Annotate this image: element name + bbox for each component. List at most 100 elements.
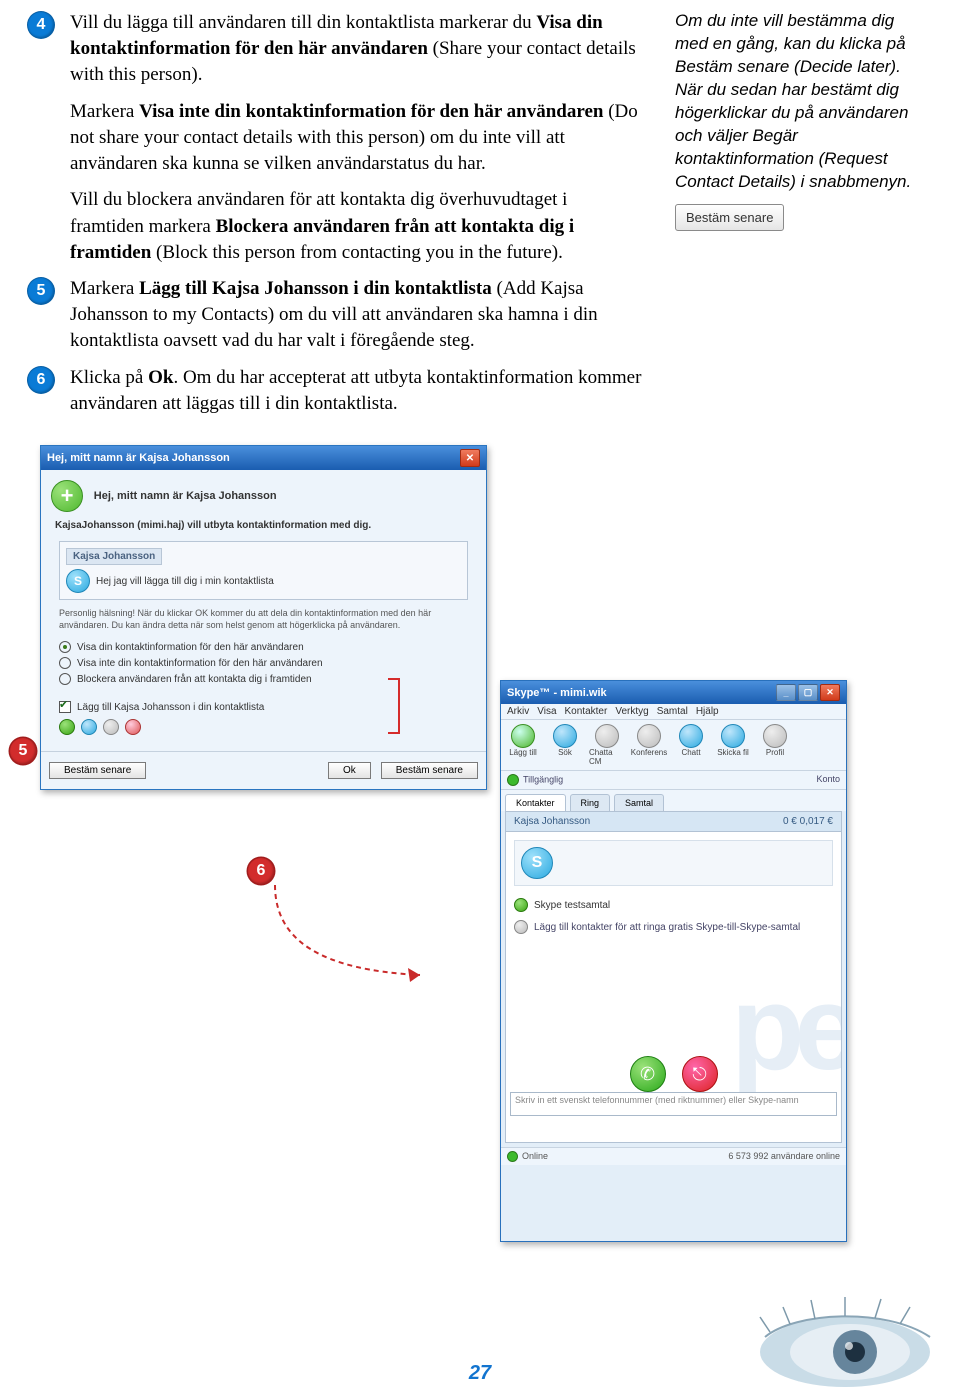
conference-icon [637, 724, 661, 748]
ok-button[interactable]: Ok [328, 762, 371, 779]
tb-label: Skicka fil [717, 748, 749, 757]
step6-p1b: Ok [148, 367, 173, 388]
step4-p1a: Vill du lägga till användaren till din k… [70, 12, 536, 33]
dial-input-bar: Skriv in ett svenskt telefonnummer (med … [510, 1092, 837, 1116]
callout-badge-6: 6 [248, 858, 274, 884]
menu-bar[interactable]: Arkiv Visa Kontakter Verktyg Samtal Hjäl… [501, 704, 846, 720]
account-link[interactable]: Konto [816, 774, 840, 786]
contact-header[interactable]: Kajsa Johansson 0 € 0,017 € [506, 812, 841, 832]
skype-title: Skype™ - mimi.wik [507, 687, 607, 699]
contact-name: Kajsa Johansson [514, 816, 590, 827]
close-icon[interactable]: ✕ [820, 684, 840, 701]
tb-profile[interactable]: Profil [757, 724, 793, 757]
option-share[interactable]: Visa din kontaktinformation för den här … [59, 641, 468, 653]
option-noshare-label: Visa inte din kontaktinformation för den… [77, 658, 323, 669]
option-share-label: Visa din kontaktinformation för den här … [77, 642, 304, 653]
option-block[interactable]: Blockera användaren från att kontakta di… [59, 673, 468, 685]
status-icon [81, 719, 97, 735]
pointer-arrow [265, 880, 435, 1000]
status-icon [125, 719, 141, 735]
tb-label: Chatt [681, 748, 700, 757]
step-number-5: 5 [28, 278, 54, 304]
minimize-icon[interactable]: _ [776, 684, 796, 701]
tab-contacts[interactable]: Kontakter [505, 794, 566, 811]
contact-rate: 0 € 0,017 € [783, 816, 833, 827]
decide-later-button[interactable]: Bestäm senare [49, 762, 146, 779]
call-button[interactable]: ✆ [630, 1056, 666, 1092]
hangup-button[interactable]: ⎋ [682, 1056, 718, 1092]
tab-dial[interactable]: Ring [570, 794, 611, 811]
contact-line-test[interactable]: Skype testsamtal [506, 894, 841, 916]
radio-icon[interactable] [59, 657, 71, 669]
option-noshare[interactable]: Visa inte din kontaktinformation för den… [59, 657, 468, 669]
status-dot-icon [514, 898, 528, 912]
tb-chat[interactable]: Chatt [673, 724, 709, 757]
step4-p3: Vill du blockera användaren för att kont… [70, 187, 645, 266]
callout-bracket-4 [388, 678, 400, 734]
callout-badge-5: 5 [10, 738, 36, 764]
menu-help[interactable]: Hjälp [696, 706, 719, 717]
decide-later-button-2[interactable]: Bestäm senare [381, 762, 478, 779]
menu-view[interactable]: Visa [537, 706, 556, 717]
step4-p2b: Visa inte din kontaktinformation för den… [139, 101, 603, 122]
checkbox-icon[interactable] [59, 701, 71, 713]
tb-add[interactable]: Lägg till [505, 724, 541, 757]
contact-card: Kajsa Johansson S Hej jag vill lägga til… [59, 541, 468, 600]
skype-titlebar[interactable]: Skype™ - mimi.wik _ ▢ ✕ [501, 681, 846, 704]
contact-request-dialog: Hej, mitt namn är Kajsa Johansson ✕ + He… [40, 445, 487, 790]
menu-contacts[interactable]: Kontakter [565, 706, 608, 717]
menu-call[interactable]: Samtal [657, 706, 688, 717]
tb-label: Profil [766, 748, 784, 757]
dialog-titlebar[interactable]: Hej, mitt namn är Kajsa Johansson ✕ [41, 446, 486, 470]
close-icon[interactable]: ✕ [460, 449, 480, 467]
contact-line-addmore[interactable]: Lägg till kontakter för att ringa gratis… [506, 916, 841, 938]
sendfile-icon [721, 724, 745, 748]
dialog-note: Personlig hälsning! När du klickar OK ko… [59, 608, 468, 631]
dialog-title: Hej, mitt namn är Kajsa Johansson [47, 452, 230, 464]
option-addcontact[interactable]: Lägg till Kajsa Johansson i din kontaktl… [59, 701, 468, 713]
step-number-6: 6 [28, 367, 54, 393]
statusbar-left: Online [522, 1151, 548, 1161]
status-row: Tillgänglig Konto [501, 771, 846, 790]
toolbar: Lägg till Sök Chatta CM Konferens Chatt … [501, 720, 846, 771]
step4-p3c: (Block this person from contacting you i… [151, 242, 563, 263]
dialog-options: Visa din kontaktinformation för den här … [59, 641, 468, 713]
dialog-buttons: Bestäm senare Ok Bestäm senare [41, 751, 486, 789]
status-text[interactable]: Tillgänglig [523, 774, 563, 784]
status-dot-icon [507, 774, 519, 786]
radio-icon[interactable] [59, 673, 71, 685]
skype-icon: S [66, 569, 90, 593]
sidebar-tip: Om du inte vill bestämma dig med en gång… [675, 10, 915, 231]
tb-search[interactable]: Sök [547, 724, 583, 757]
contacts-panel: Kajsa Johansson 0 € 0,017 € S Skype test… [505, 811, 842, 1143]
dial-input[interactable]: Skriv in ett svenskt telefonnummer (med … [510, 1092, 837, 1116]
contact-line-label: Skype testsamtal [534, 900, 610, 911]
maximize-icon[interactable]: ▢ [798, 684, 818, 701]
step-5: 5 Markera Lägg till Kajsa Johansson i di… [70, 276, 645, 355]
option-block-label: Blockera användaren från att kontakta di… [77, 674, 312, 685]
status-dot-icon [507, 1151, 518, 1162]
add-icon [511, 724, 535, 748]
contact-line-label: Lägg till kontakter för att ringa gratis… [534, 922, 800, 933]
sidebar-text: Om du inte vill bestämma dig med en gång… [675, 10, 915, 194]
option-addcontact-label: Lägg till Kajsa Johansson i din kontaktl… [77, 702, 264, 713]
menu-tools[interactable]: Verktyg [615, 706, 648, 717]
tb-conf2[interactable]: Konferens [631, 724, 667, 757]
dialog-subheader: KajsaJohansson (mimi.haj) vill utbyta ko… [55, 520, 476, 531]
dialog-header: Hej, mitt namn är Kajsa Johansson [94, 490, 277, 502]
menu-file[interactable]: Arkiv [507, 706, 529, 717]
tab-history[interactable]: Samtal [614, 794, 664, 811]
profile-icon [763, 724, 787, 748]
tb-send[interactable]: Skicka fil [715, 724, 751, 757]
step5-p1b: Lägg till Kajsa Johansson i din kontaktl… [139, 278, 492, 299]
skype-main-window: Skype™ - mimi.wik _ ▢ ✕ Arkiv Visa Konta… [500, 680, 847, 1242]
step-4: 4 Vill du lägga till användaren till din… [70, 10, 645, 89]
tabs: Kontakter Ring Samtal [501, 790, 846, 811]
step4-p2: Markera Visa inte din kontaktinformation… [70, 99, 645, 178]
status-bar: Online 6 573 992 användare online [501, 1147, 846, 1165]
radio-icon[interactable] [59, 641, 71, 653]
contact-card-title: Kajsa Johansson [66, 548, 162, 565]
conference-icon [595, 724, 619, 748]
tb-conf[interactable]: Chatta CM [589, 724, 625, 766]
contact-card-panel: S [514, 840, 833, 886]
